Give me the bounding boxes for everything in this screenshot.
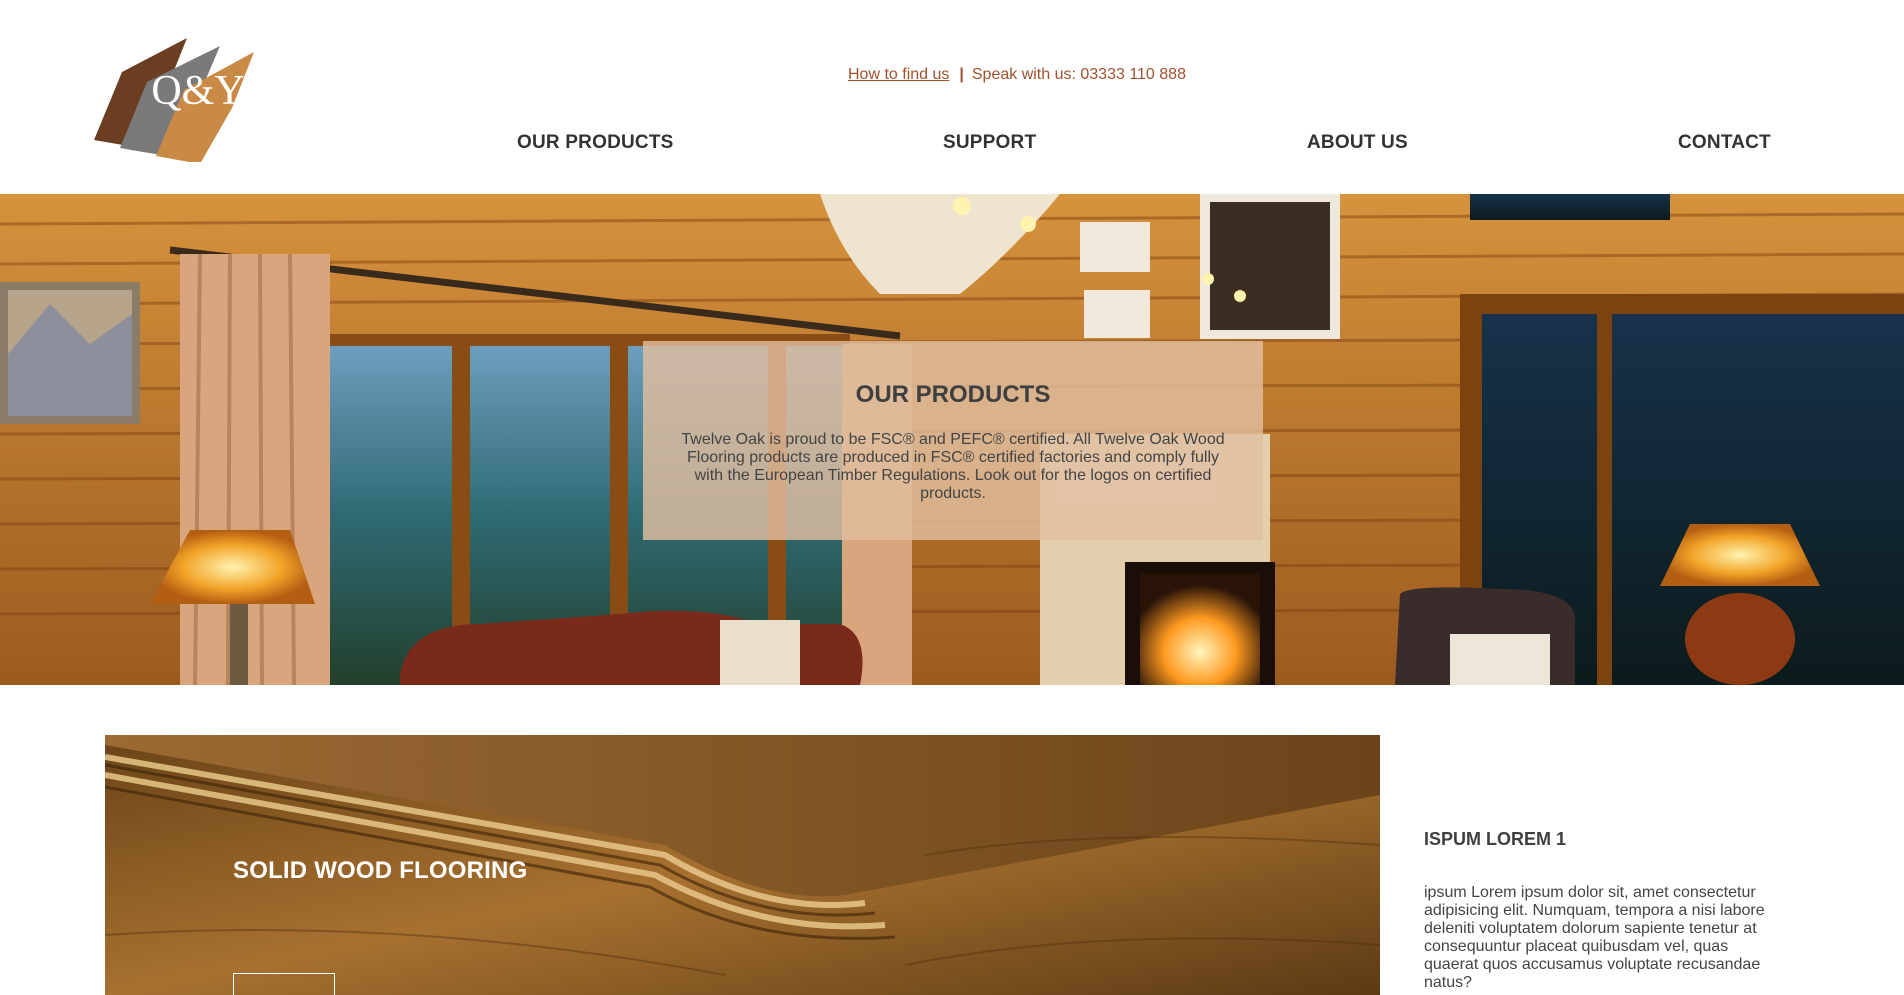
hero-description: Twelve Oak is proud to be FSC® and PEFC®…	[681, 431, 1225, 502]
phone-text: Speak with us: 03333 110 888	[971, 66, 1186, 83]
nav-our-products[interactable]: OUR PRODUCTS	[517, 132, 674, 154]
site-header: Q&Y How to find us | Speak with us: 03333 …	[0, 0, 1904, 194]
nav-about-us[interactable]: ABOUT US	[1307, 132, 1408, 154]
product-title: SOLID WOOD FLOORING	[233, 857, 528, 884]
how-to-find-us-link[interactable]: How to find us	[848, 66, 949, 83]
logo-text: Q&Y	[151, 68, 244, 114]
sidebar-title: ISPUM LOREM 1	[1424, 829, 1567, 849]
sidebar-text: ipsum Lorem ipsum dolor sit, amet consec…	[1424, 884, 1765, 991]
product-card-solid-wood[interactable]: SOLID WOOD FLOORING	[105, 735, 1380, 995]
contact-bar: How to find us | Speak with us: 03333 110 …	[848, 66, 1186, 84]
hero-overlay-panel: OUR PRODUCTS Twelve Oak is proud to be F…	[643, 341, 1263, 540]
hero-banner: OUR PRODUCTS Twelve Oak is proud to be F…	[0, 194, 1904, 685]
nav-support[interactable]: SUPPORT	[943, 132, 1036, 154]
hero-title: OUR PRODUCTS	[855, 381, 1051, 408]
product-button[interactable]	[233, 973, 335, 995]
nav-contact[interactable]: CONTACT	[1678, 132, 1771, 154]
main-nav: OUR PRODUCTS SUPPORT ABOUT US CONTACT	[0, 132, 1904, 156]
topbar-separator: |	[959, 66, 964, 83]
